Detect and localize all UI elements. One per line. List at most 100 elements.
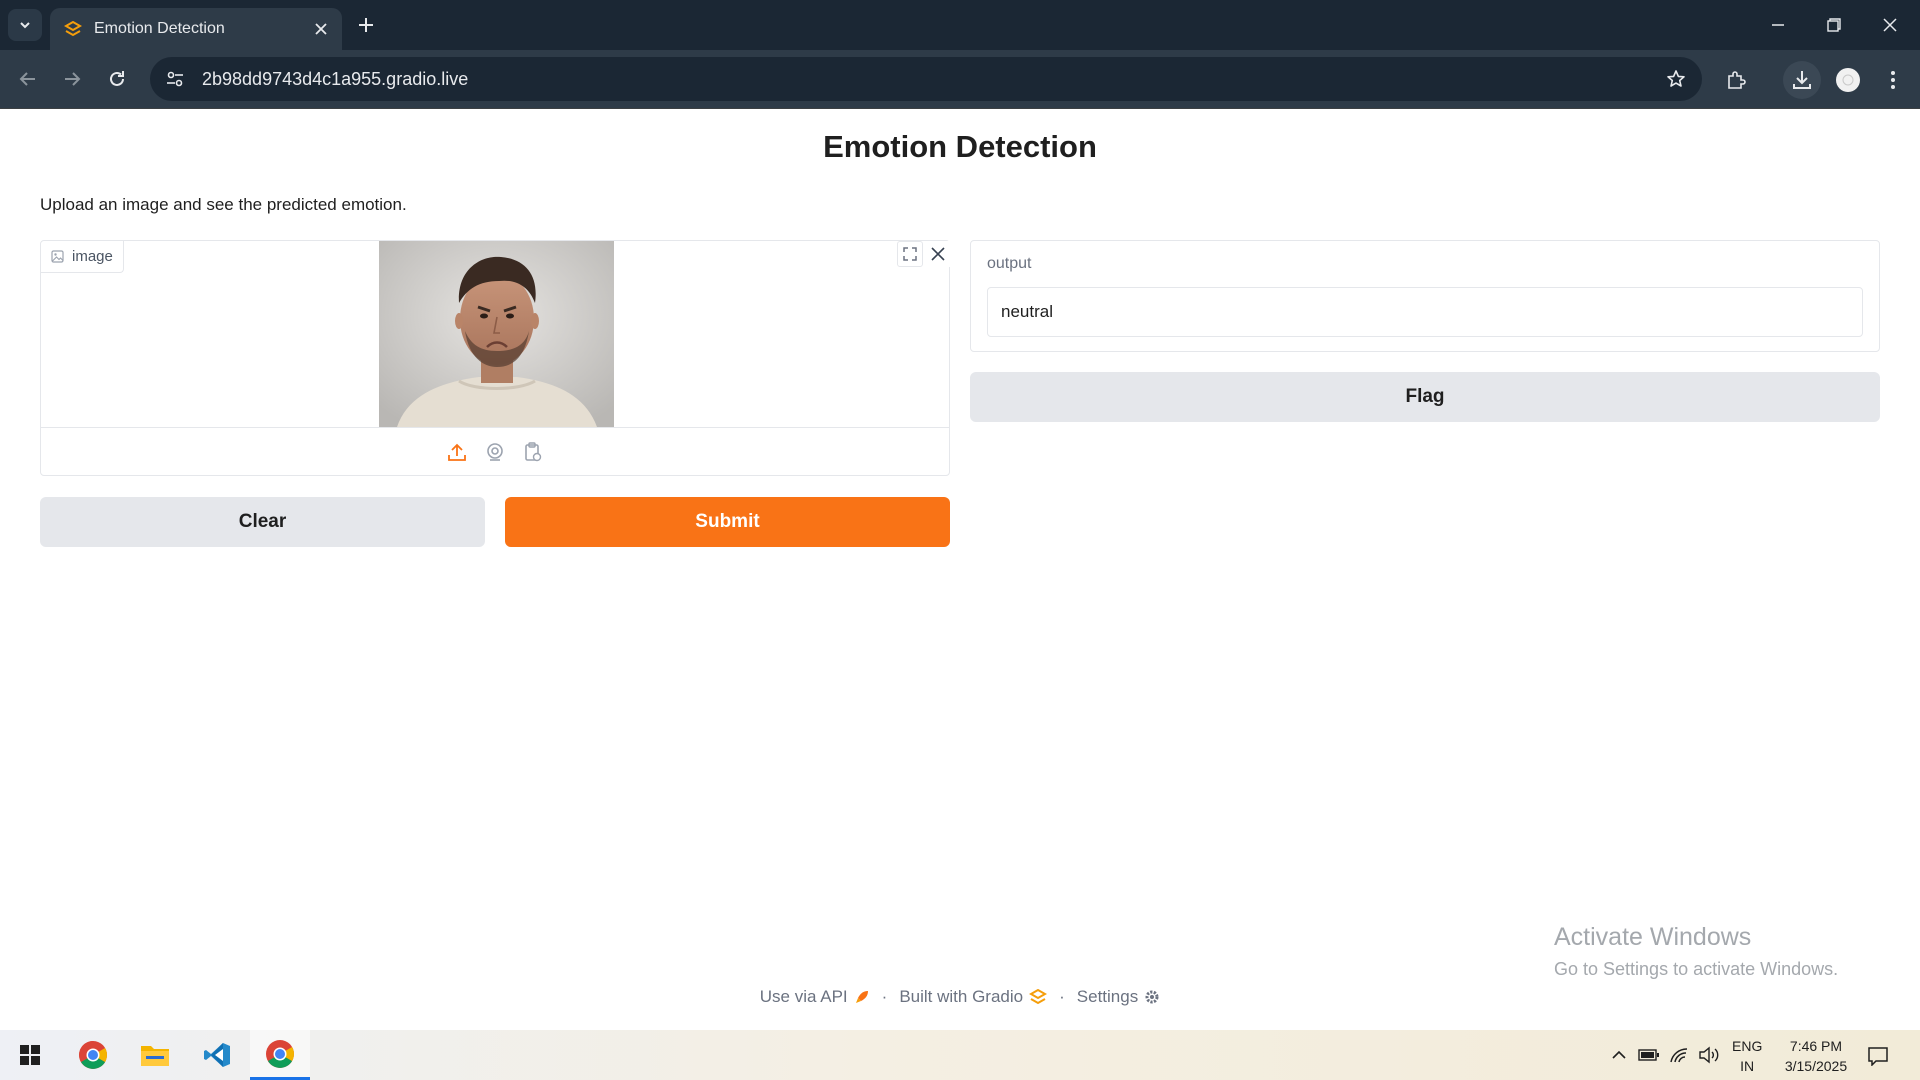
restore-button[interactable] <box>1814 8 1854 42</box>
clipboard-icon <box>525 441 542 461</box>
activate-windows-watermark: Activate Windows <box>1554 923 1752 951</box>
taskbar-app-chrome[interactable] <box>63 1030 123 1080</box>
gradio-app: Emotion Detection Upload an image and se… <box>0 109 1920 1030</box>
url-text[interactable]: 2b98dd9743d4c1a955.gradio.live <box>202 69 1656 90</box>
puzzle-icon <box>1728 71 1746 89</box>
volume-indicator[interactable] <box>1696 1043 1722 1067</box>
sad-man-photo <box>379 241 614 427</box>
maximize-icon <box>903 247 917 261</box>
forward-button[interactable] <box>55 62 89 96</box>
image-input-panel[interactable]: image <box>40 240 951 476</box>
close-icon <box>931 247 945 261</box>
reload-button[interactable] <box>100 62 134 96</box>
vscode-icon <box>204 1043 230 1067</box>
plus-icon <box>359 18 373 32</box>
star-icon <box>1667 70 1685 87</box>
lang-code: ENG <box>1732 1038 1763 1054</box>
gradio-logo-icon <box>1029 989 1048 1005</box>
settings-link[interactable]: Settings <box>1077 987 1160 1007</box>
image-icon <box>51 250 64 263</box>
tune-icon <box>167 71 183 87</box>
use-via-api-text: Use via API <box>759 987 848 1006</box>
taskbar-clock[interactable]: 7:46 PM 3/15/2025 <box>1776 1036 1856 1076</box>
browser-toolbar: 2b98dd9743d4c1a955.gradio.live <box>0 50 1920 108</box>
notification-icon <box>1868 1047 1888 1066</box>
rocket-icon <box>855 991 868 1003</box>
minimize-icon <box>1772 24 1784 26</box>
upload-source-button[interactable] <box>443 438 471 466</box>
close-window-button[interactable] <box>1870 8 1910 42</box>
tray-overflow-button[interactable] <box>1606 1043 1632 1067</box>
chrome-icon <box>79 1041 107 1069</box>
more-vertical-icon <box>1891 71 1895 89</box>
arrow-right-icon <box>65 72 81 86</box>
gradio-favicon-icon <box>64 21 82 37</box>
taskbar-app-chrome-active[interactable] <box>250 1030 310 1080</box>
page-title: Emotion Detection <box>823 129 1097 164</box>
close-icon <box>1883 18 1897 32</box>
address-bar[interactable]: 2b98dd9743d4c1a955.gradio.live <box>150 57 1702 101</box>
page-description: Upload an image and see the predicted em… <box>40 195 407 214</box>
image-input-label: image <box>41 241 124 273</box>
restore-icon <box>1827 18 1841 32</box>
submit-button[interactable]: Submit <box>505 497 950 547</box>
image-label-text: image <box>72 248 113 265</box>
wifi-icon <box>1670 1048 1688 1063</box>
built-with-gradio-text: Built with Gradio <box>899 987 1024 1006</box>
chrome-active-icon <box>266 1039 294 1068</box>
taskbar-app-file-explorer[interactable] <box>125 1030 185 1080</box>
profile-button[interactable] <box>1829 61 1867 99</box>
image-source-bar <box>41 427 949 475</box>
reload-icon <box>110 71 124 86</box>
remove-image-button[interactable] <box>925 241 951 267</box>
use-via-api-link[interactable]: Use via API <box>760 987 870 1007</box>
taskbar-app-vscode[interactable] <box>187 1030 247 1080</box>
flag-button[interactable]: Flag <box>970 372 1880 422</box>
output-textbox[interactable]: neutral <box>987 287 1863 337</box>
browser-tab-active[interactable]: Emotion Detection <box>50 8 342 50</box>
avatar <box>1836 68 1860 92</box>
new-tab-button[interactable] <box>352 10 380 40</box>
gear-icon <box>1145 990 1159 1004</box>
clock-time: 7:46 PM <box>1789 1038 1843 1054</box>
built-with-gradio-link[interactable]: Built with Gradio <box>899 987 1048 1007</box>
browser-menu-button[interactable] <box>1874 61 1912 99</box>
clipboard-source-button[interactable] <box>519 438 547 466</box>
output-panel: output neutral <box>970 240 1880 352</box>
uploaded-image-preview <box>379 241 614 427</box>
webcam-source-button[interactable] <box>481 438 509 466</box>
tab-title: Emotion Detection <box>94 20 225 37</box>
downloads-button[interactable] <box>1783 61 1821 99</box>
start-button[interactable] <box>0 1030 60 1080</box>
activate-windows-subtitle: Go to Settings to activate Windows. <box>1554 959 1839 979</box>
bookmark-button[interactable] <box>1656 59 1696 99</box>
browser-tab-bar: Emotion Detection <box>0 0 1920 50</box>
tab-search-button[interactable] <box>8 9 42 41</box>
webcam-icon <box>487 442 503 461</box>
footer: Use via API · Built with Gradio · Settin… <box>0 987 1920 1007</box>
input-language-indicator[interactable]: ENG IN <box>1732 1036 1762 1076</box>
file-explorer-icon <box>141 1046 169 1066</box>
download-icon <box>1793 71 1811 89</box>
back-button[interactable] <box>11 62 45 96</box>
minimize-button[interactable] <box>1758 8 1798 42</box>
site-info-button[interactable] <box>158 62 192 96</box>
windows-taskbar: ENG IN 7:46 PM 3/15/2025 <box>0 1030 1920 1080</box>
close-icon <box>315 23 327 35</box>
footer-separator: · <box>881 987 888 1006</box>
extensions-button[interactable] <box>1717 61 1755 99</box>
settings-text: Settings <box>1076 987 1139 1006</box>
notification-center-button[interactable] <box>1864 1042 1892 1070</box>
lang-region: IN <box>1740 1058 1755 1074</box>
battery-indicator[interactable] <box>1636 1043 1662 1067</box>
chevron-up-icon <box>1612 1050 1626 1059</box>
clear-button[interactable]: Clear <box>40 497 485 547</box>
speaker-icon <box>1699 1046 1719 1064</box>
arrow-left-icon <box>19 72 35 86</box>
network-indicator[interactable] <box>1666 1043 1692 1067</box>
battery-icon <box>1638 1049 1659 1061</box>
footer-separator: · <box>1059 987 1065 1006</box>
tab-close-button[interactable] <box>308 16 334 42</box>
fullscreen-button[interactable] <box>897 241 923 267</box>
upload-icon <box>448 443 466 461</box>
